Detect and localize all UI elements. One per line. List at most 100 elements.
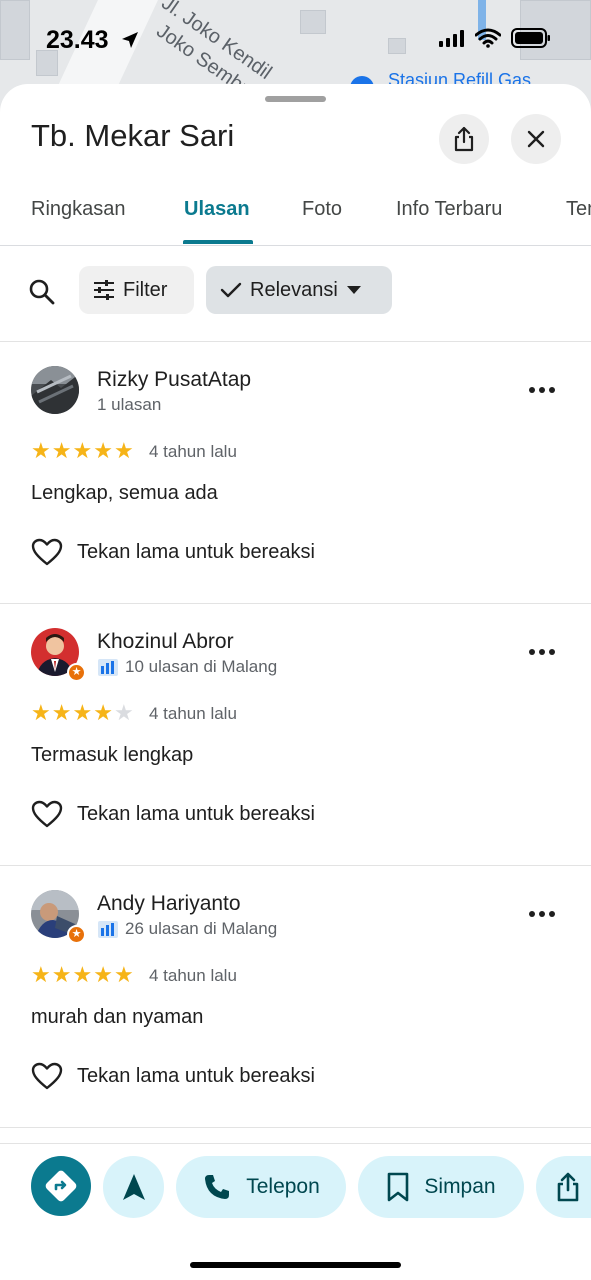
reviewer-avatar[interactable]	[31, 366, 79, 414]
navigation-arrow-icon	[122, 1174, 145, 1200]
wifi-icon	[475, 28, 501, 48]
close-button[interactable]	[511, 114, 561, 164]
share-place-button[interactable]	[536, 1156, 591, 1218]
local-guide-badge: ★	[67, 663, 86, 682]
star-rating: ★ ★ ★ ★ ★	[31, 440, 134, 462]
react-button[interactable]: Tekan lama untuk bereaksi	[31, 800, 315, 828]
place-title: Tb. Mekar Sari	[31, 118, 235, 153]
star-icon: ★	[113, 438, 134, 463]
review-time: 4 tahun lalu	[149, 966, 237, 985]
local-guide-icon	[98, 921, 118, 938]
bottom-action-bar: Telepon Simpan	[0, 1143, 591, 1280]
call-label: Telepon	[246, 1175, 320, 1198]
bookmark-icon	[388, 1172, 409, 1202]
status-bar: 23.43	[0, 0, 591, 80]
reviewer-review-count: 1 ulasan	[97, 395, 162, 414]
close-icon	[527, 130, 545, 148]
review-more-options-button[interactable]	[526, 904, 558, 924]
star-icon: ★	[51, 438, 72, 463]
tab-ulasan[interactable]: Ulasan	[184, 198, 250, 221]
review-time: 4 tahun lalu	[149, 704, 237, 723]
tab-info-terbaru[interactable]: Info Terbaru	[396, 198, 502, 221]
review-text: Lengkap, semua ada	[31, 482, 218, 504]
heart-outline-icon	[31, 1062, 63, 1090]
clock-text: 23.43	[46, 26, 109, 54]
reviewer-meta: 10 ulasan di Malang	[97, 657, 277, 677]
react-label: Tekan lama untuk bereaksi	[77, 1064, 315, 1087]
review-item: ★ Khozinul Abror 10 ulasan di Malang ★ ★…	[0, 604, 591, 866]
tab-foto[interactable]: Foto	[302, 198, 342, 221]
status-icons	[439, 28, 551, 48]
tab-ringkasan[interactable]: Ringkasan	[31, 198, 126, 221]
react-label: Tekan lama untuk bereaksi	[77, 540, 315, 563]
check-icon	[220, 282, 242, 298]
filter-label: Filter	[123, 278, 168, 301]
cellular-signal-icon	[439, 30, 464, 47]
reviewer-meta: 1 ulasan	[97, 395, 161, 415]
call-button[interactable]: Telepon	[176, 1156, 346, 1218]
star-icon: ★	[51, 700, 72, 725]
star-icon: ★	[72, 962, 93, 987]
dropdown-arrow-icon	[346, 286, 361, 294]
sort-label: Relevansi	[250, 278, 338, 301]
react-button[interactable]: Tekan lama untuk bereaksi	[31, 1062, 315, 1090]
battery-icon	[511, 28, 550, 48]
star-rating: ★ ★ ★ ★ ★	[31, 964, 134, 986]
review-item: Rizky PusatAtap 1 ulasan ★ ★ ★ ★ ★ 4 tah…	[0, 342, 591, 604]
star-icon: ★	[51, 962, 72, 987]
reviewer-meta: 26 ulasan di Malang	[97, 919, 277, 939]
heart-outline-icon	[31, 800, 63, 828]
review-more-options-button[interactable]	[526, 642, 558, 662]
save-button[interactable]: Simpan	[358, 1156, 524, 1218]
active-tab-indicator	[183, 240, 253, 244]
phone-icon	[205, 1175, 230, 1199]
review-text: Termasuk lengkap	[31, 744, 194, 766]
star-empty-icon: ★	[113, 700, 134, 725]
star-icon: ★	[72, 700, 93, 725]
filter-chip[interactable]: Filter	[79, 266, 194, 314]
tab-tentang[interactable]: Tentang	[566, 198, 591, 221]
star-icon: ★	[113, 962, 134, 987]
star-rating: ★ ★ ★ ★ ★	[31, 702, 134, 724]
sort-relevance-chip[interactable]: Relevansi	[206, 266, 392, 314]
share-icon	[454, 126, 474, 152]
search-reviews-button[interactable]	[24, 274, 60, 310]
star-icon: ★	[93, 962, 113, 987]
reviewer-name[interactable]: Rizky PusatAtap	[97, 368, 251, 392]
tab-bar: Ringkasan Ulasan Foto Info Terbaru Tenta…	[0, 180, 591, 246]
review-text: murah dan nyaman	[31, 1006, 204, 1028]
reviewer-review-count: 10 ulasan di Malang	[125, 657, 278, 676]
reviewer-review-count: 26 ulasan di Malang	[125, 919, 278, 938]
star-icon: ★	[72, 438, 93, 463]
local-guide-badge: ★	[67, 925, 86, 944]
react-button[interactable]: Tekan lama untuk bereaksi	[31, 538, 315, 566]
reviewer-name[interactable]: Andy Hariyanto	[97, 892, 241, 916]
star-icon: ★	[31, 700, 51, 725]
save-label: Simpan	[424, 1175, 496, 1198]
star-icon: ★	[31, 438, 51, 463]
place-details-sheet: Tb. Mekar Sari Ringkasan Ulasan Foto Inf…	[0, 84, 591, 1280]
star-icon: ★	[93, 700, 113, 725]
review-item: ★ Andy Hariyanto 26 ulasan di Malang ★ ★…	[0, 866, 591, 1128]
start-navigation-button[interactable]	[103, 1156, 164, 1218]
review-time: 4 tahun lalu	[149, 442, 237, 461]
heart-outline-icon	[31, 538, 63, 566]
reviewer-name[interactable]: Khozinul Abror	[97, 630, 234, 654]
directions-button[interactable]	[31, 1156, 91, 1216]
react-label: Tekan lama untuk bereaksi	[77, 802, 315, 825]
tune-icon	[94, 280, 114, 300]
star-icon: ★	[31, 962, 51, 987]
reviewer-photo	[31, 366, 79, 414]
home-indicator[interactable]	[190, 1262, 401, 1268]
local-guide-icon	[98, 659, 118, 676]
reviews-toolbar: Filter Relevansi	[0, 246, 591, 342]
share-button[interactable]	[439, 114, 489, 164]
review-more-options-button[interactable]	[526, 380, 558, 400]
share-icon	[557, 1172, 579, 1202]
star-icon: ★	[93, 438, 113, 463]
directions-icon	[45, 1170, 77, 1202]
location-arrow-icon	[121, 32, 138, 48]
search-icon	[29, 279, 55, 305]
sheet-drag-handle[interactable]	[265, 96, 326, 102]
status-time: 23.43	[46, 26, 140, 55]
